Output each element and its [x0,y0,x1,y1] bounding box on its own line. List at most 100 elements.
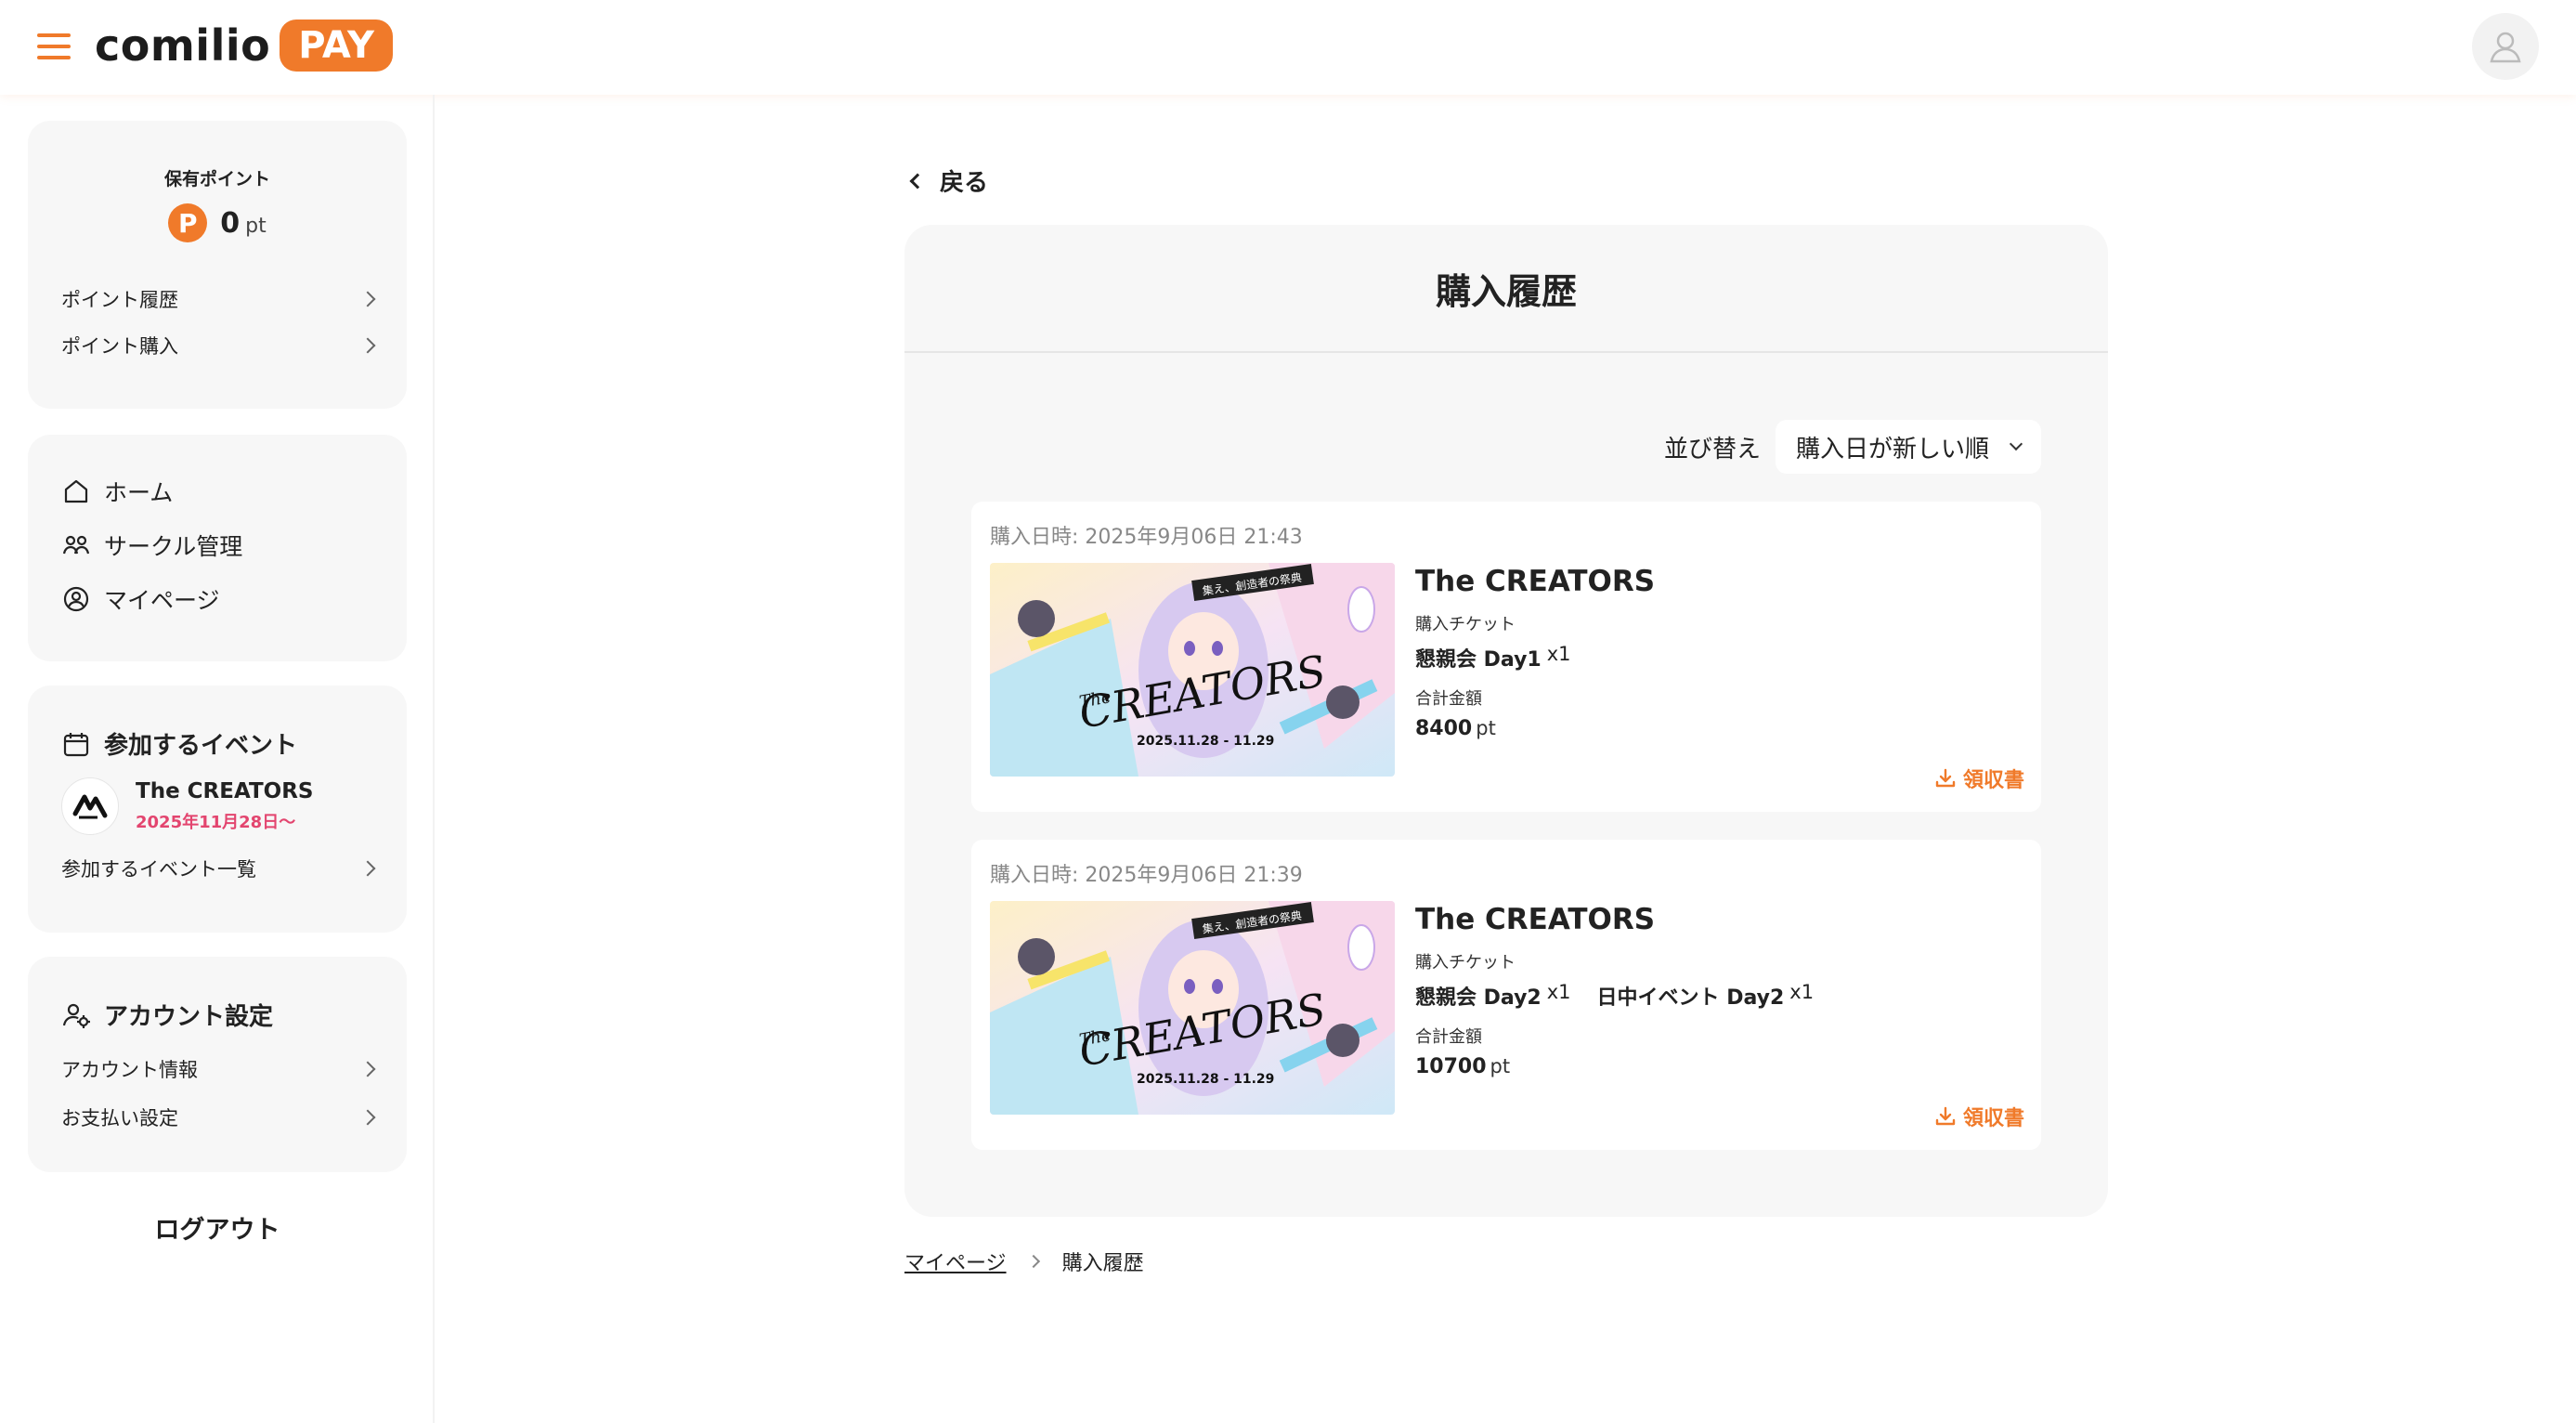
total-label: 合計金額 [1415,689,1482,709]
order-card: 購入日時: 2025年9月06日 21:39 集え、創造者の祭典 CREATOR… [971,840,2041,1150]
sidebar: 保有ポイント P 0 pt ポイント履歴 ポイント購入 ホーム サークル管理 マ… [0,95,435,1423]
ticket-qty: x1 [1546,643,1571,665]
ticket-name: 日中イベント Day2 [1596,986,1785,1010]
account-info-link[interactable]: アカウント情報 [28,1045,407,1093]
point-history-link[interactable]: ポイント履歴 [28,276,407,322]
order-info: The CREATORS 購入チケット 懇親会 Day1 x1 合計金額 840… [1415,565,1655,740]
logo-text: comilio [95,20,271,71]
events-card: 参加するイベント The CREATORS 2025年11月28日〜 参加するイ… [28,685,407,933]
logo-pay-badge: PAY [280,20,393,72]
top-header: comilio PAY [0,0,2576,95]
ticket-qty: x1 [1789,981,1815,1003]
users-icon [62,535,90,555]
banner-dates: 2025.11.28 - 11.29 [1137,1072,1274,1087]
order-total: 8400 pt [1415,717,1655,740]
ticket-label: 購入チケット [1415,953,1516,973]
nav-mypage[interactable]: マイページ [28,572,407,626]
breadcrumb-mypage[interactable]: マイページ [904,1247,1007,1276]
hamburger-icon[interactable] [37,33,71,61]
total-unit: pt [1476,717,1496,739]
payment-settings-label: お支払い設定 [61,1107,178,1129]
chevron-right-icon [359,1109,376,1126]
event-banner-image[interactable]: 集え、創造者の祭典 CREATORS The 2025.11.28 - 11.2… [990,901,1395,1115]
points-card: 保有ポイント P 0 pt ポイント履歴 ポイント購入 [28,121,407,409]
point-purchase-link[interactable]: ポイント購入 [28,322,407,369]
event-item[interactable]: The CREATORS 2025年11月28日〜 [28,777,407,835]
order-card: 購入日時: 2025年9月06日 21:43 集え、創造者の祭典 CREATOR… [971,502,2041,812]
sort-selected: 購入日が新しい順 [1796,435,1990,463]
points-number: 0 [220,206,241,240]
page-title: 購入履歴 [904,225,2108,353]
points-unit: pt [245,214,267,238]
ticket-name: 懇親会 Day1 [1415,648,1542,672]
point-history-label: ポイント履歴 [61,289,178,311]
ticket-label: 購入チケット [1415,615,1516,634]
order-info: The CREATORS 購入チケット 懇親会 Day2 x1 日中イベント D… [1415,903,1840,1078]
chevron-right-icon [359,337,376,354]
account-card: アカウント設定 アカウント情報 お支払い設定 [28,957,407,1172]
ticket-qty: x1 [1546,981,1571,1003]
user-circle-icon [63,586,89,612]
payment-settings-link[interactable]: お支払い設定 [28,1093,407,1142]
total-label: 合計金額 [1415,1027,1482,1047]
nav-home-label: ホーム [104,479,174,506]
nav-home[interactable]: ホーム [28,464,407,518]
event-logo-icon [61,777,119,835]
back-label: 戻る [940,169,989,197]
order-total: 10700 pt [1415,1055,1840,1078]
order-event-name: The CREATORS [1415,903,1656,936]
logo[interactable]: comilio PAY [95,17,393,74]
chevron-right-icon [359,1061,376,1077]
event-name: The CREATORS [136,779,314,803]
account-info-label: アカウント情報 [61,1059,198,1081]
ticket-list: 懇親会 Day1 x1 [1415,643,1655,672]
sort-select[interactable]: 購入日が新しい順 [1776,420,2041,474]
points-title: 保有ポイント [163,169,270,189]
home-icon [64,479,88,503]
breadcrumb-current: 購入履歴 [1061,1252,1144,1275]
breadcrumb: マイページ 購入履歴 [904,1247,1144,1276]
chevron-right-icon [1026,1254,1040,1269]
chevron-right-icon [359,291,376,307]
order-date: 購入日時: 2025年9月06日 21:43 [990,526,1303,549]
nav-card: ホーム サークル管理 マイページ [28,435,407,661]
chevron-left-icon [909,173,926,189]
calendar-icon [63,732,89,756]
download-icon [1935,768,1956,788]
nav-circle[interactable]: サークル管理 [28,518,407,572]
receipt-button[interactable]: 領収書 [1933,764,2024,793]
events-list-label: 参加するイベント一覧 [61,858,256,881]
events-section-title: 参加するイベント [28,726,407,761]
receipt-button[interactable]: 領収書 [1933,1102,2024,1131]
total-value: 8400 [1415,717,1473,740]
event-banner-image[interactable]: 集え、創造者の祭典 CREATORS The 2025.11.28 - 11.2… [990,563,1395,777]
chevron-right-icon [359,860,376,877]
user-icon[interactable] [2472,13,2539,80]
chevron-down-icon [2009,437,2023,451]
point-badge-icon: P [168,203,208,242]
banner-dates: 2025.11.28 - 11.29 [1137,734,1274,749]
receipt-label: 領収書 [1962,1107,2024,1130]
account-section-title: アカウント設定 [28,998,407,1032]
sort-row: 並び替え 購入日が新しい順 [1664,420,2041,474]
sort-label: 並び替え [1663,435,1761,463]
logout-button[interactable]: ログアウト [28,1209,407,1246]
total-value: 10700 [1415,1055,1487,1078]
order-date: 購入日時: 2025年9月06日 21:39 [990,864,1303,887]
purchase-history-panel: 購入履歴 並び替え 購入日が新しい順 購入日時: 2025年9月06日 21:4… [904,225,2108,1217]
events-title: 参加するイベント [104,732,298,760]
total-unit: pt [1490,1055,1511,1077]
events-list-link[interactable]: 参加するイベント一覧 [28,846,407,891]
ticket-list: 懇親会 Day2 x1 日中イベント Day2 x1 [1415,981,1840,1011]
download-icon [1935,1106,1956,1126]
order-event-name: The CREATORS [1415,565,1656,598]
event-date: 2025年11月28日〜 [136,813,296,832]
nav-mypage-label: マイページ [104,587,220,614]
receipt-label: 領収書 [1962,769,2024,792]
point-purchase-label: ポイント購入 [61,335,178,358]
nav-circle-label: サークル管理 [104,533,243,560]
back-button[interactable]: 戻る [909,163,989,198]
ticket-name: 懇親会 Day2 [1415,986,1542,1010]
account-title: アカウント設定 [104,1003,274,1031]
points-value: P 0 pt [28,203,407,242]
